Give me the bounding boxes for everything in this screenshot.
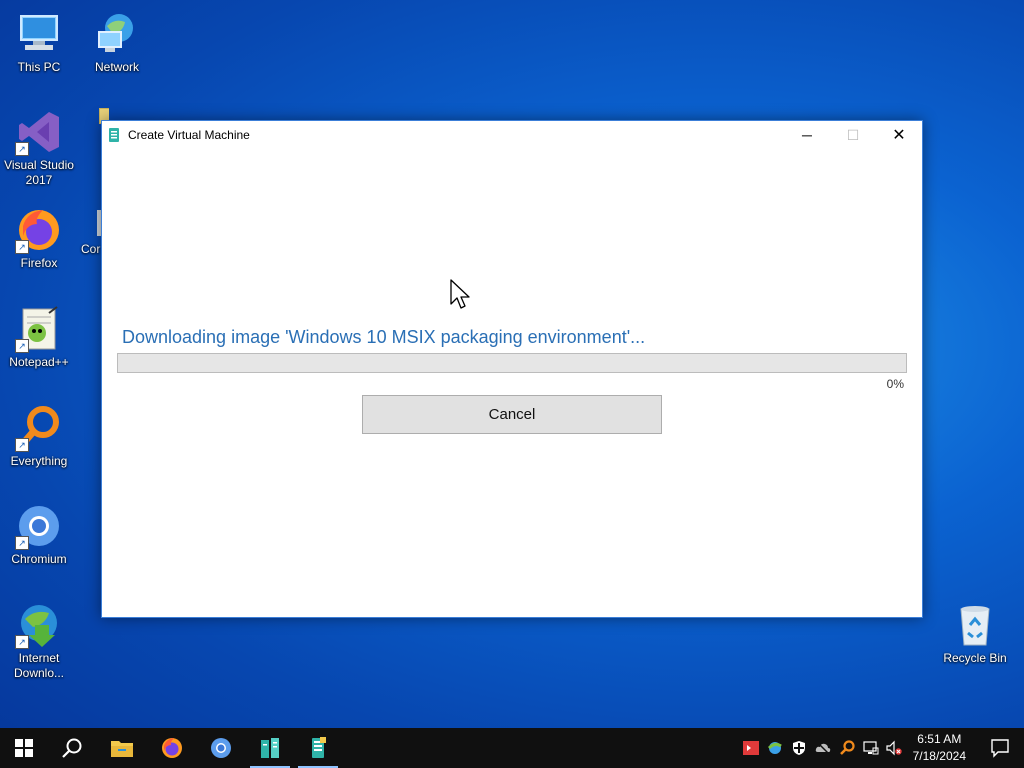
action-center-button[interactable] xyxy=(990,738,1010,758)
network-icon xyxy=(863,741,879,755)
create-virtual-machine-window: Create Virtual Machine ─ ☐ ✕ Downloading… xyxy=(101,120,923,618)
desktop-icon-label: Network xyxy=(94,60,139,74)
window-title: Create Virtual Machine xyxy=(128,128,250,142)
network-icon xyxy=(93,10,141,58)
tray-network-sync-icon[interactable] xyxy=(767,740,783,756)
desktop-icon-recycle-bin[interactable]: Recycle Bin xyxy=(937,601,1013,666)
desktop-icon-label: Notepad++ xyxy=(9,355,69,369)
desktop-icon-chromium[interactable]: ↗ Chromium xyxy=(1,502,77,567)
download-progress-percent: 0% xyxy=(886,377,904,391)
clock-date: 7/18/2024 xyxy=(912,749,966,763)
tray-remote-icon[interactable] xyxy=(743,740,759,756)
title-bar[interactable]: Create Virtual Machine ─ ☐ ✕ xyxy=(102,121,922,149)
hyper-v-quick-create-icon xyxy=(109,128,119,142)
start-button[interactable] xyxy=(0,728,48,768)
network-sync-icon xyxy=(767,742,782,754)
tray-network-icon[interactable] xyxy=(863,740,879,756)
desktop-icon-firefox[interactable]: ↗ Firefox xyxy=(1,206,77,271)
chromium-icon: ↗ xyxy=(15,502,63,550)
clock-time: 6:51 AM xyxy=(917,732,962,746)
desktop-icon-label: Internet Downlo... xyxy=(13,651,65,680)
desktop-icon-label: This PC xyxy=(17,60,61,74)
this-pc-icon xyxy=(15,10,63,58)
tray-everything-icon[interactable] xyxy=(839,740,855,756)
recycle-bin-icon xyxy=(951,601,999,649)
taskbar-firefox[interactable] xyxy=(148,728,196,768)
shortcut-arrow-icon: ↗ xyxy=(15,635,29,649)
shortcut-arrow-icon: ↗ xyxy=(15,240,29,254)
shortcut-arrow-icon: ↗ xyxy=(15,438,29,452)
taskbar-file-explorer[interactable] xyxy=(98,728,146,768)
hyper-v-manager-icon xyxy=(261,738,279,758)
close-button[interactable]: ✕ xyxy=(876,121,922,149)
desktop-icon-label: Visual Studio 2017 xyxy=(4,158,74,187)
shortcut-arrow-icon: ↗ xyxy=(15,536,29,550)
file-explorer-icon xyxy=(111,741,133,757)
internet-download-manager-icon: ↗ xyxy=(15,601,63,649)
desktop-icon-everything[interactable]: ↗ Everything xyxy=(1,404,77,469)
desktop-icon-label: Chromium xyxy=(11,552,67,566)
windows-start-icon xyxy=(15,739,33,757)
tray-volume-icon[interactable] xyxy=(886,740,902,756)
taskbar-chromium[interactable] xyxy=(197,728,245,768)
desktop-icon-visual-studio[interactable]: ↗ Visual Studio 2017 xyxy=(1,108,77,188)
search-everything-icon xyxy=(840,740,855,755)
firefox-icon: ↗ xyxy=(15,206,63,254)
desktop-icon-notepad-plus-plus[interactable]: ↗ Notepad++ xyxy=(1,305,77,370)
taskbar-create-virtual-machine[interactable] xyxy=(294,728,342,768)
taskbar-search-button[interactable] xyxy=(48,728,96,768)
security-shield-icon xyxy=(793,741,805,755)
download-status-text: Downloading image 'Windows 10 MSIX packa… xyxy=(122,327,646,347)
tray-cloud-icon[interactable] xyxy=(815,740,831,756)
desktop-icon-label: Everything xyxy=(10,454,68,468)
desktop-icon-label: Recycle Bin xyxy=(943,651,1007,665)
download-progress-bar xyxy=(117,353,907,373)
maximize-button[interactable]: ☐ xyxy=(830,121,876,149)
hyper-v-quick-create-icon xyxy=(312,737,326,758)
firefox-icon xyxy=(162,738,182,758)
desktop-icon-network[interactable]: Network xyxy=(79,10,155,75)
taskbar-clock[interactable]: 6:51 AM 7/18/2024 xyxy=(913,731,966,765)
visual-studio-icon: ↗ xyxy=(15,108,63,156)
cloud-offline-icon xyxy=(815,741,831,755)
desktop-icon-internet-download-manager[interactable]: ↗ Internet Downlo... xyxy=(1,601,77,681)
volume-muted-icon xyxy=(886,740,902,756)
taskbar-hyper-v-manager[interactable] xyxy=(246,728,294,768)
tray-security-icon[interactable] xyxy=(791,740,807,756)
taskbar: 6:51 AM 7/18/2024 xyxy=(0,728,1024,768)
notepad-plus-plus-icon: ↗ xyxy=(15,305,63,353)
desktop-icon-this-pc[interactable]: This PC xyxy=(1,10,77,75)
chromium-icon xyxy=(211,738,231,758)
shortcut-arrow-icon: ↗ xyxy=(15,142,29,156)
notification-icon xyxy=(991,739,1009,758)
search-icon xyxy=(62,738,82,758)
everything-search-icon: ↗ xyxy=(15,404,63,452)
cancel-button[interactable]: Cancel xyxy=(362,395,662,434)
mouse-cursor-icon xyxy=(450,279,470,309)
remote-icon xyxy=(743,741,759,755)
desktop-icon-label: Firefox xyxy=(20,256,58,270)
shortcut-arrow-icon: ↗ xyxy=(15,339,29,353)
minimize-button[interactable]: ─ xyxy=(784,121,830,149)
